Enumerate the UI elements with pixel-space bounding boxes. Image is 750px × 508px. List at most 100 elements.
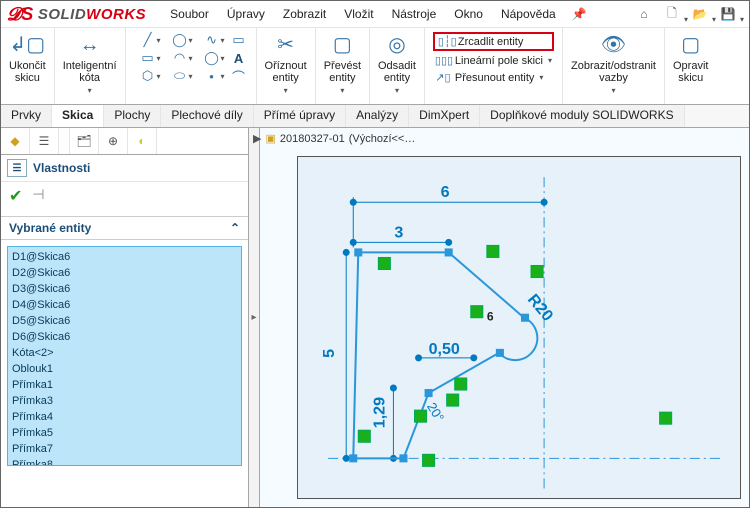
- tab-analyzy[interactable]: Analýzy: [346, 105, 409, 127]
- menu-view[interactable]: Zobrazit: [275, 5, 334, 23]
- svg-text:1,29: 1,29: [370, 397, 388, 428]
- panel-tab-bar: ◆ ☰ 🗂 ⊕ ◐: [1, 128, 248, 155]
- spline-tool-icon[interactable]: ∿: [198, 32, 226, 48]
- svg-text:6: 6: [441, 183, 450, 201]
- menu-insert[interactable]: Vložit: [336, 5, 381, 23]
- list-item[interactable]: Přímka8: [12, 457, 237, 466]
- ribbon-group-dimension: ↔ Inteligentní kóta: [55, 28, 126, 104]
- tab-dimxpert[interactable]: DimXpert: [409, 105, 480, 127]
- qat-open-icon[interactable]: 📂: [689, 5, 711, 23]
- convert-entities-button[interactable]: ▢ Převést entity: [324, 32, 361, 97]
- list-item[interactable]: Přímka7: [12, 441, 237, 457]
- ribbon-group-pattern: ▯┆▯ Zrcadlit entity ▯▯▯ Lineární pole sk…: [425, 28, 563, 104]
- ribbon-group-shapes: ╱ ◯ ∿ ▭ ▭ ◠ ◯ A ⬡ ⬭ • ⌒: [126, 28, 257, 104]
- selection-list[interactable]: D1@Skica6 D2@Skica6 D3@Skica6 D4@Skica6 …: [7, 246, 242, 466]
- menu-window[interactable]: Okno: [446, 5, 491, 23]
- exit-sketch-button[interactable]: ↲▢ Ukončit skicu: [9, 32, 46, 84]
- ribbon-group-relations: 👁 Zobrazit/odstranit vazby: [563, 28, 665, 104]
- scissors-icon: ✂: [273, 32, 299, 58]
- qat-new-icon[interactable]: 🗋: [661, 5, 683, 23]
- trim-entities-button[interactable]: ✂ Oříznout entity: [265, 32, 307, 97]
- exit-sketch-icon: ↲▢: [14, 32, 40, 58]
- panel-tab-feature-icon[interactable]: ◆: [1, 128, 30, 154]
- list-item[interactable]: Přímka4: [12, 409, 237, 425]
- menu-tools[interactable]: Nástroje: [384, 5, 445, 23]
- list-item[interactable]: D5@Skica6: [12, 313, 237, 329]
- line-tool-icon[interactable]: ╱: [134, 32, 162, 48]
- repair-icon: ▢: [678, 32, 704, 58]
- qat-save-icon[interactable]: 💾: [717, 5, 739, 23]
- text-tool-icon[interactable]: A: [230, 50, 248, 66]
- display-relations-button[interactable]: 👁 Zobrazit/odstranit vazby: [571, 32, 656, 97]
- command-tabs: Prvky Skica Plochy Plechové díly Přímé ú…: [1, 105, 749, 128]
- linear-pattern-button[interactable]: ▯▯▯ Lineární pole skici: [433, 53, 554, 68]
- tab-plochy[interactable]: Plochy: [104, 105, 161, 127]
- tab-skica[interactable]: Skica: [52, 105, 104, 127]
- offset-entities-button[interactable]: ◎ Odsadit entity: [378, 32, 416, 97]
- list-item[interactable]: Oblouk1: [12, 361, 237, 377]
- svg-text:20°: 20°: [424, 400, 447, 425]
- qat-home-icon[interactable]: ⌂: [633, 5, 655, 23]
- circle-tool-icon[interactable]: ◯: [166, 32, 194, 48]
- svg-text:0,50: 0,50: [429, 340, 460, 358]
- ribbon: ↲▢ Ukončit skicu ↔ Inteligentní kóta ╱ ◯…: [1, 28, 749, 105]
- list-item[interactable]: Přímka1: [12, 377, 237, 393]
- rect-tool-icon[interactable]: ▭: [134, 50, 162, 66]
- panel-tab-appearance-icon[interactable]: ◐: [128, 128, 157, 154]
- panel-tab-axes-icon[interactable]: ⊕: [99, 128, 128, 154]
- menu-edit[interactable]: Úpravy: [219, 5, 273, 23]
- panel-collapse-handle[interactable]: ▸: [249, 128, 260, 507]
- relations-icon: 👁: [600, 32, 626, 58]
- pin-icon[interactable]: 📌: [566, 7, 593, 21]
- breadcrumb[interactable]: ▶ ▣ 20180327-01 (Výchozí<<…: [253, 132, 415, 145]
- mirror-icon: ▯┆▯: [438, 35, 454, 48]
- ribbon-group-sketch: ↲▢ Ukončit skicu: [1, 28, 55, 104]
- list-item[interactable]: D4@Skica6: [12, 297, 237, 313]
- list-item[interactable]: Přímka5: [12, 425, 237, 441]
- expand-icon: ▶: [253, 132, 261, 145]
- menu-help[interactable]: Nápověda: [493, 5, 564, 23]
- logo-ds-icon: 𝓓S: [7, 4, 34, 25]
- smart-dimension-button[interactable]: ↔ Inteligentní kóta: [63, 32, 117, 97]
- dimension-icon: ↔: [77, 32, 103, 58]
- ribbon-group-trim: ✂ Oříznout entity: [257, 28, 316, 104]
- point-tool-icon[interactable]: •: [198, 68, 226, 84]
- graphics-area[interactable]: ▸ ▶ ▣ 20180327-01 (Výchozí<<…: [249, 128, 749, 507]
- list-item[interactable]: D1@Skica6: [12, 249, 237, 265]
- tab-prime[interactable]: Přímé úpravy: [254, 105, 346, 127]
- ribbon-group-convert: ▢ Převést entity: [316, 28, 370, 104]
- ribbon-group-offset: ◎ Odsadit entity: [370, 28, 425, 104]
- tab-plechove[interactable]: Plechové díly: [161, 105, 253, 127]
- list-item[interactable]: D3@Skica6: [12, 281, 237, 297]
- section-selected-entities[interactable]: Vybrané entity ⌃: [1, 216, 248, 240]
- menu-bar: 𝓓S SOLIDWORKS Soubor Úpravy Zobrazit Vlo…: [1, 1, 749, 28]
- tab-prvky[interactable]: Prvky: [1, 105, 52, 127]
- panel-tab-properties-icon[interactable]: ☰: [30, 128, 59, 154]
- panel-tab-config-icon[interactable]: 🗂: [69, 128, 99, 154]
- dotted-rect-icon[interactable]: ▭: [230, 32, 248, 48]
- properties-icon: ☰: [7, 159, 27, 177]
- app-logo: 𝓓S SOLIDWORKS: [7, 4, 146, 25]
- svg-text:6: 6: [487, 310, 494, 324]
- arc-tool-icon[interactable]: ◠: [166, 50, 194, 66]
- menu-file[interactable]: Soubor: [162, 5, 217, 23]
- pushpin-icon[interactable]: ⊣: [32, 186, 44, 206]
- ellipse-tool-icon[interactable]: ◯: [198, 50, 226, 66]
- mirror-entities-button[interactable]: ▯┆▯ Zrcadlit entity: [433, 32, 554, 51]
- tab-addins[interactable]: Doplňkové moduly SOLIDWORKS: [480, 105, 684, 127]
- list-item[interactable]: Přímka3: [12, 393, 237, 409]
- list-item[interactable]: D2@Skica6: [12, 265, 237, 281]
- svg-text:5: 5: [320, 349, 338, 358]
- repair-sketch-button[interactable]: ▢ Opravit skicu: [673, 32, 708, 84]
- slot-tool-icon[interactable]: ⬭: [166, 68, 194, 84]
- move-icon: ↗▯: [435, 71, 451, 84]
- list-item[interactable]: D6@Skica6: [12, 329, 237, 345]
- panel-confirm-row: ✔ ⊣: [1, 182, 248, 210]
- part-icon: ▣: [265, 132, 275, 145]
- polygon-tool-icon[interactable]: ⬡: [134, 68, 162, 84]
- fillet-tool-icon[interactable]: ⌒: [230, 68, 248, 84]
- quick-access-toolbar: ⌂ 🗋 📂 💾: [633, 5, 743, 23]
- list-item[interactable]: Kóta<2>: [12, 345, 237, 361]
- move-entities-button[interactable]: ↗▯ Přesunout entity: [433, 70, 554, 85]
- confirm-ok-icon[interactable]: ✔: [9, 186, 22, 206]
